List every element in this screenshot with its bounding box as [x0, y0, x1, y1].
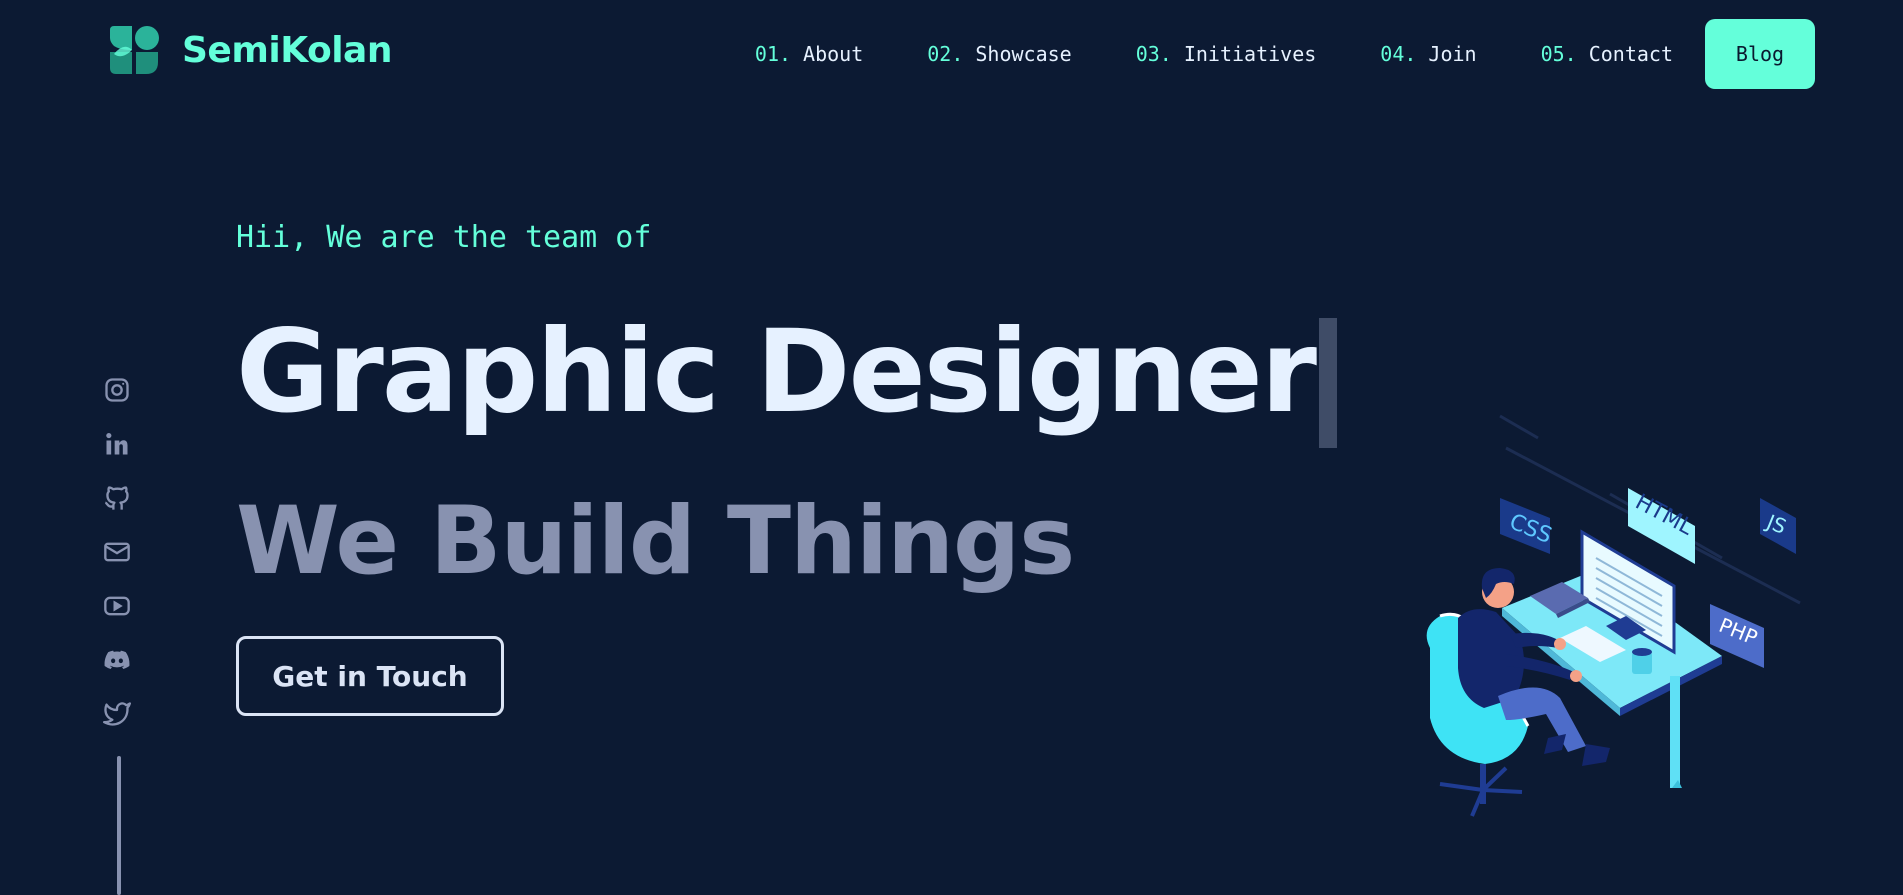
social-divider-line [117, 756, 121, 895]
get-in-touch-button[interactable]: Get in Touch [236, 636, 504, 716]
nav-label: Showcase [975, 42, 1072, 66]
twitter-icon[interactable] [103, 700, 131, 728]
logo-icon [110, 26, 159, 74]
hero-greeting: Hii, We are the team of [236, 220, 652, 255]
blog-button[interactable]: Blog [1705, 19, 1815, 89]
page: SemiKolan 01. About 02. Showcase 03. Initia… [0, 0, 1903, 895]
css-tag: CSS [1500, 498, 1555, 554]
nav-number: 04. [1380, 42, 1417, 66]
developer-illustration: CSS HTML JS PHP [1426, 414, 1801, 817]
typing-cursor [1319, 318, 1337, 448]
main-nav: 01. About 02. Showcase 03. Initiatives 04. J… [755, 19, 1815, 89]
nav-about[interactable]: 01. About [755, 42, 863, 66]
nav-contact[interactable]: 05. Contact [1541, 42, 1673, 66]
nav-join[interactable]: 04. Join [1380, 42, 1476, 66]
nav-label: Join [1428, 42, 1477, 66]
hero-subline: We Build Things [236, 487, 1075, 596]
nav-number: 03. [1135, 42, 1172, 66]
youtube-icon[interactable] [103, 592, 131, 620]
coffee-mug [1632, 648, 1652, 674]
nav-number: 05. [1540, 42, 1577, 66]
nav-number: 02. [927, 42, 964, 66]
mail-icon[interactable] [103, 538, 131, 566]
nav-label: Initiatives [1183, 42, 1317, 66]
discord-icon[interactable] [103, 646, 131, 674]
nav-initiatives[interactable]: 03. Initiatives [1136, 42, 1317, 66]
nav-showcase[interactable]: 02. Showcase [927, 42, 1071, 66]
js-tag: JS [1760, 498, 1796, 554]
nav-label: About [803, 42, 864, 66]
nav-number: 01. [754, 42, 792, 66]
social-links [100, 376, 134, 728]
linkedin-icon[interactable] [103, 430, 131, 458]
logo-text: SemiKolan [182, 29, 392, 71]
hero-headline-wrap: Graphic Designer [236, 302, 1337, 448]
github-icon[interactable] [103, 484, 131, 512]
logo[interactable]: SemiKolan [106, 24, 392, 76]
instagram-icon[interactable] [103, 376, 131, 404]
nav-label: Contact [1588, 42, 1673, 66]
hero-headline: Graphic Designer [236, 305, 1317, 438]
html-tag: HTML [1628, 488, 1697, 564]
